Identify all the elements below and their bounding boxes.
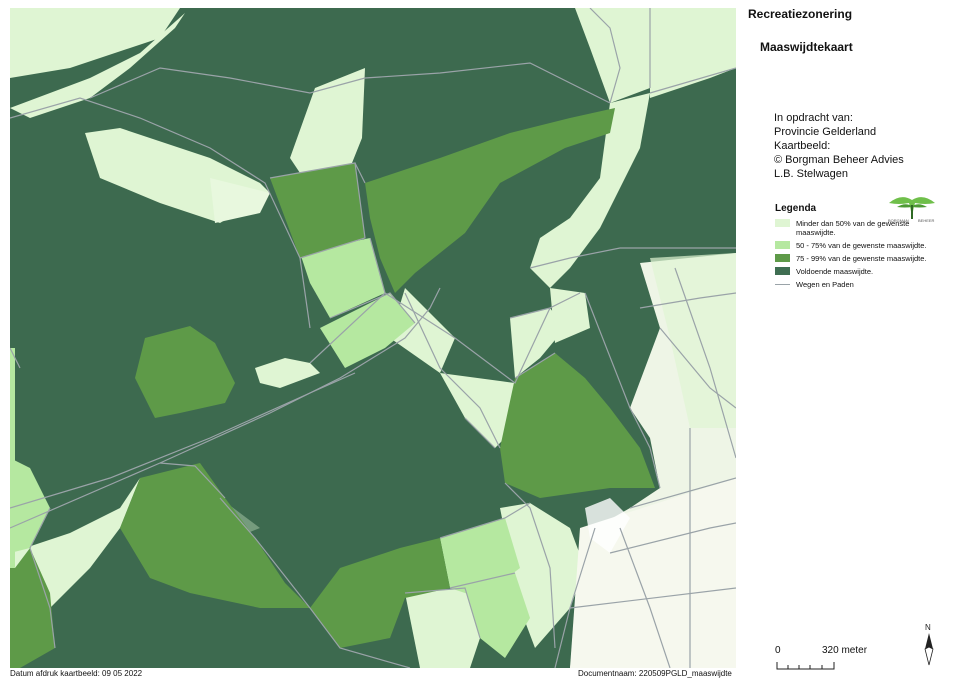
credit-line: L.B. Stelwagen (774, 168, 848, 180)
legend-item: 75 - 99% van de gewenste maaswijdte. (775, 254, 932, 263)
legend-item: Voldoende maaswijdte. (775, 267, 932, 276)
legend-swatch (775, 267, 790, 275)
legend-label: Minder dan 50% van de gewenste maaswijdt… (796, 219, 910, 237)
legend-label: 75 - 99% van de gewenste maaswijdte. (796, 254, 927, 263)
legend-swatch (775, 241, 790, 249)
legend-swatch (775, 219, 790, 227)
map-canvas[interactable] (10, 8, 736, 668)
legend-line-swatch (775, 284, 790, 285)
page-title: Recreatiezonering (748, 7, 853, 21)
credit-line: © Borgman Beheer Advies (774, 154, 904, 166)
legend-label: 50 - 75% van de gewenste maaswijdte. (796, 241, 927, 250)
credit-line: Provincie Gelderland (774, 126, 877, 138)
north-arrow-icon: N (924, 623, 934, 666)
credit-line: In opdracht van: (774, 112, 853, 124)
map-subtitle: Maaswijdtekaart (760, 40, 853, 54)
side-panel (737, 0, 959, 687)
legend-title: Legenda (775, 203, 817, 214)
legend-label: Wegen en Paden (796, 280, 854, 289)
legend-item: 50 - 75% van de gewenste maaswijdte. (775, 241, 932, 250)
scale-start-label: 0 (775, 645, 781, 656)
legend: Minder dan 50% van de gewenste maaswijdt… (775, 219, 932, 293)
map-svg (10, 8, 736, 668)
credits-block: In opdracht van: Provincie Gelderland Ka… (774, 111, 904, 181)
legend-item: Minder dan 50% van de gewenste maaswijdt… (775, 219, 932, 237)
scale-end-label: 320 meter (822, 645, 868, 656)
legend-item: Wegen en Paden (775, 280, 932, 289)
scale-bar (776, 658, 836, 676)
north-arrow: N (921, 621, 937, 672)
legend-swatch (775, 254, 790, 262)
print-date: Datum afdruk kaartbeeld: 09 05 2022 (10, 669, 143, 678)
north-label: N (925, 623, 931, 632)
legend-label: Voldoende maaswijdte. (796, 267, 874, 276)
document-name: Documentnaam: 220509PGLD_maaswijdte (578, 669, 732, 678)
credit-line: Kaartbeeld: (774, 140, 831, 152)
